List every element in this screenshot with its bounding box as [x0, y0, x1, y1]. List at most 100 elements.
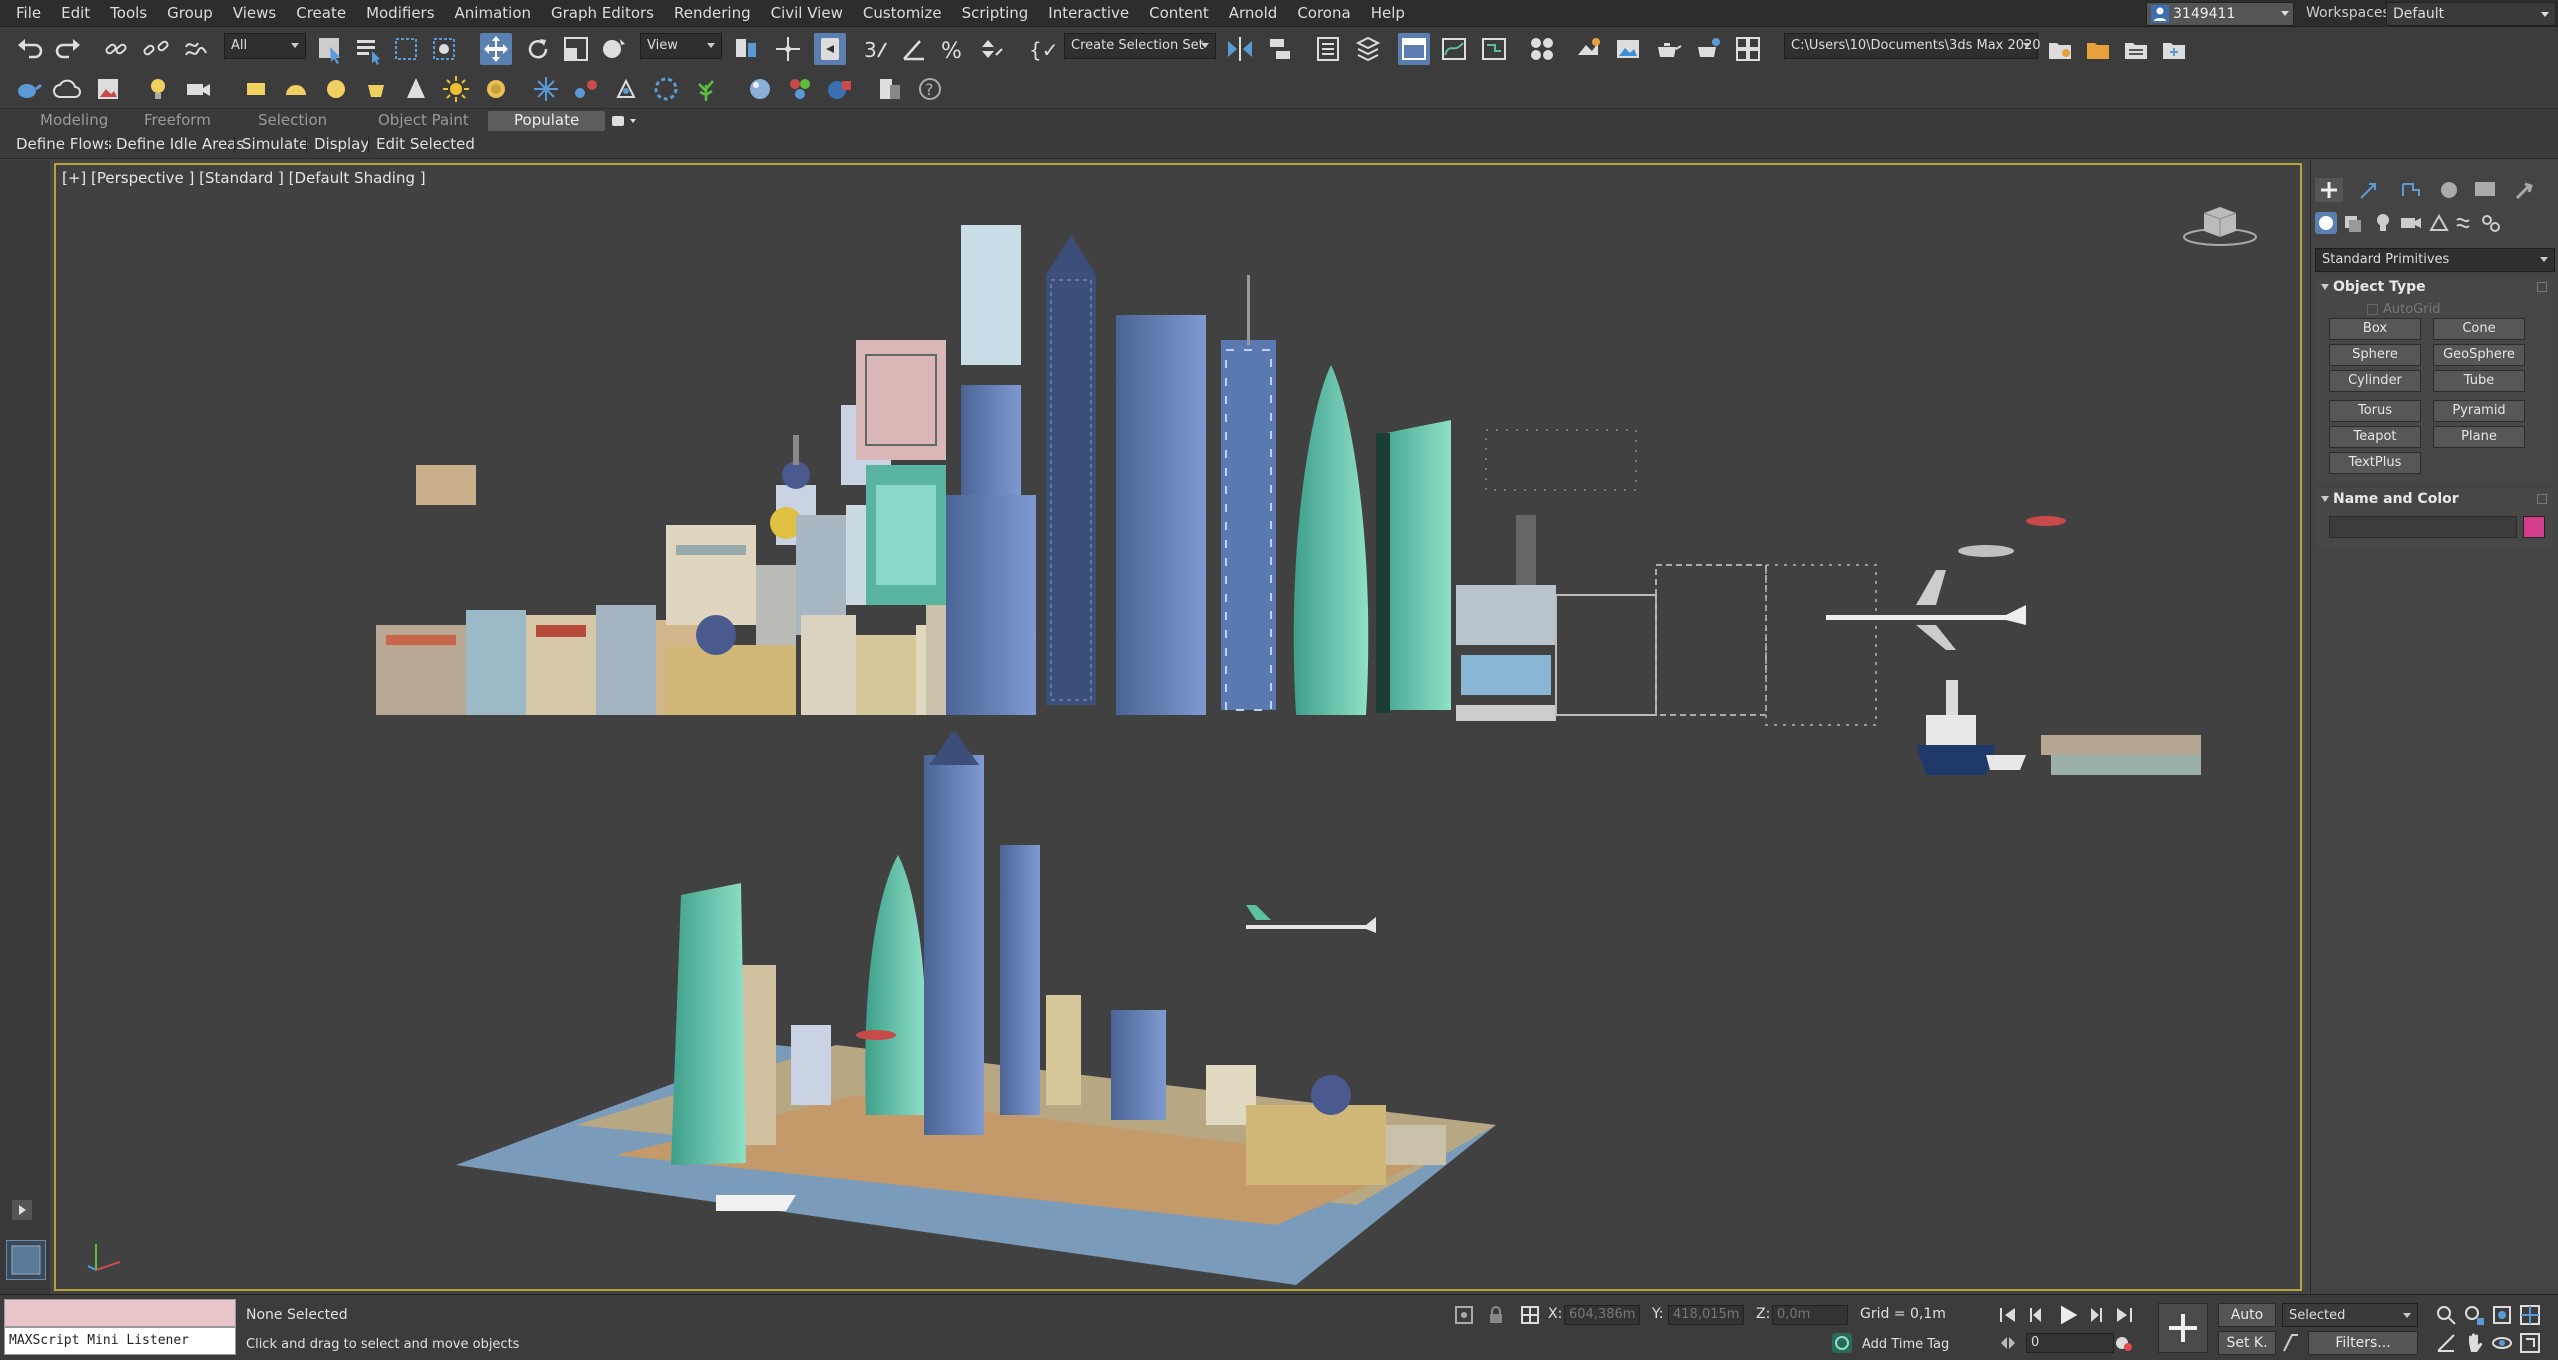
scatter-button[interactable]: [570, 73, 602, 105]
menu-group[interactable]: Group: [157, 4, 223, 22]
user-account-dropdown[interactable]: 3149411: [2146, 2, 2294, 26]
ies-light-button[interactable]: [360, 73, 392, 105]
y-coordinate-input[interactable]: 418,015m: [1668, 1305, 1744, 1325]
converter-button[interactable]: [874, 73, 906, 105]
help-button[interactable]: ?: [914, 73, 946, 105]
listener-output[interactable]: [4, 1299, 236, 1327]
simulate-button[interactable]: Simulate: [242, 135, 308, 155]
menu-file[interactable]: File: [6, 4, 51, 22]
pan-hand-icon[interactable]: [2462, 1331, 2486, 1355]
camera-button[interactable]: [182, 73, 214, 105]
render-production-button[interactable]: [1652, 33, 1684, 65]
cylinder-button[interactable]: Cylinder: [2329, 370, 2421, 392]
dome-light-button[interactable]: [280, 73, 312, 105]
multi-material-button[interactable]: [784, 73, 816, 105]
named-selection-set-select[interactable]: Create Selection Set: [1064, 33, 1216, 59]
light-bulb-button[interactable]: [142, 73, 174, 105]
select-and-rotate-button[interactable]: [522, 33, 554, 65]
teapot-primitive-button[interactable]: Teapot: [2329, 426, 2421, 448]
align-button[interactable]: [1264, 33, 1296, 65]
key-filter-select[interactable]: Selected: [2282, 1303, 2418, 1327]
sphere-button[interactable]: Sphere: [2329, 344, 2421, 366]
pattern-button[interactable]: [650, 73, 682, 105]
menu-graph-editors[interactable]: Graph Editors: [541, 4, 664, 22]
zoom-extents-icon[interactable]: [2490, 1303, 2514, 1327]
photo-button[interactable]: [92, 73, 124, 105]
textplus-button[interactable]: TextPlus: [2329, 452, 2421, 474]
maxscript-listener[interactable]: MAXScript Mini Listener: [4, 1299, 236, 1355]
menu-help[interactable]: Help: [1361, 4, 1415, 22]
folder-list-button[interactable]: [2120, 33, 2152, 65]
chaos-scatter-button[interactable]: [690, 73, 722, 105]
isolate-selection-icon[interactable]: [1452, 1303, 1476, 1327]
menu-create[interactable]: Create: [286, 4, 356, 22]
lights-icon[interactable]: [2377, 214, 2389, 231]
rendered-frame-window-button[interactable]: [1612, 33, 1644, 65]
auto-key-button[interactable]: Auto: [2218, 1303, 2276, 1327]
goto-end-icon[interactable]: [2112, 1303, 2136, 1327]
layer-explorer-button[interactable]: [1352, 33, 1384, 65]
folder-add-button[interactable]: [2158, 33, 2190, 65]
material-library-button[interactable]: [744, 73, 776, 105]
zoom-icon[interactable]: [2434, 1303, 2458, 1327]
plane-light-button[interactable]: [240, 73, 272, 105]
cameras-icon[interactable]: [2401, 218, 2421, 228]
select-object-button[interactable]: [314, 33, 346, 65]
utilities-tab-icon[interactable]: [2515, 182, 2533, 200]
reference-coordinate-select[interactable]: View: [640, 33, 722, 59]
tube-button[interactable]: Tube: [2433, 370, 2525, 392]
mirror-button[interactable]: [1224, 33, 1256, 65]
project-settings-button[interactable]: [2044, 33, 2076, 65]
sky-button[interactable]: [480, 73, 512, 105]
keyboard-shortcut-override-button[interactable]: [814, 33, 846, 65]
select-by-name-button[interactable]: [352, 33, 384, 65]
object-color-swatch[interactable]: [2523, 516, 2545, 538]
current-frame-input[interactable]: 0: [2026, 1333, 2114, 1353]
render-cloud-button[interactable]: [1692, 33, 1724, 65]
render-setup-button[interactable]: [1572, 33, 1604, 65]
zoom-all-icon[interactable]: [2462, 1303, 2486, 1327]
open-folder-button[interactable]: [2082, 33, 2114, 65]
menu-interactive[interactable]: Interactive: [1038, 4, 1139, 22]
spot-light-button[interactable]: [400, 73, 432, 105]
define-flows-button[interactable]: Define Flows: [16, 135, 112, 155]
add-button[interactable]: [2158, 1303, 2208, 1353]
bind-space-warp-button[interactable]: [180, 33, 212, 65]
menu-scripting[interactable]: Scripting: [952, 4, 1039, 22]
time-tag-icon[interactable]: [1830, 1331, 1854, 1355]
proxy-button[interactable]: [530, 73, 562, 105]
tab-modeling[interactable]: Modeling: [40, 111, 108, 131]
maximize-viewport-icon[interactable]: [2518, 1331, 2542, 1355]
menu-customize[interactable]: Customize: [853, 4, 952, 22]
link-button[interactable]: [100, 33, 132, 65]
render-gallery-button[interactable]: [1732, 33, 1764, 65]
edit-selected-button[interactable]: Edit Selected: [376, 135, 475, 155]
define-idle-areas-button[interactable]: Define Idle Areas: [116, 135, 244, 155]
name-and-color-header[interactable]: Name and Color: [2315, 488, 2553, 510]
space-warps-icon[interactable]: [2456, 217, 2470, 229]
modify-tab-icon[interactable]: [2355, 178, 2383, 202]
lock-icon[interactable]: [1484, 1303, 1508, 1327]
display-tab-icon[interactable]: [2475, 182, 2495, 196]
selection-filter-select[interactable]: All: [224, 33, 306, 59]
project-folder-select[interactable]: C:\Users\10\Documents\3ds Max 2020: [1784, 33, 2041, 59]
spinner-snap-button[interactable]: [974, 33, 1006, 65]
z-coordinate-input[interactable]: 0,0m: [1772, 1305, 1848, 1325]
zoom-extents-all-icon[interactable]: [2518, 1303, 2542, 1327]
menu-animation[interactable]: Animation: [445, 4, 541, 22]
curve-editor-button[interactable]: [1438, 33, 1470, 65]
display-button[interactable]: Display: [314, 135, 369, 155]
object-name-input[interactable]: [2329, 516, 2517, 538]
menu-arnold[interactable]: Arnold: [1219, 4, 1288, 22]
geosphere-button[interactable]: GeoSphere: [2433, 344, 2525, 366]
motion-tab-icon[interactable]: [2441, 182, 2457, 198]
menu-corona[interactable]: Corona: [1287, 4, 1360, 22]
plane-button[interactable]: Plane: [2433, 426, 2525, 448]
ribbon-options-toggle[interactable]: [608, 113, 638, 129]
edit-named-selection-button[interactable]: {✓: [1024, 33, 1058, 65]
percent-snap-button[interactable]: %: [936, 33, 968, 65]
material-editor-button[interactable]: [1526, 33, 1558, 65]
orbit-icon[interactable]: [2490, 1331, 2514, 1355]
decal-button[interactable]: [610, 73, 642, 105]
add-time-tag[interactable]: Add Time Tag: [1862, 1337, 1949, 1352]
